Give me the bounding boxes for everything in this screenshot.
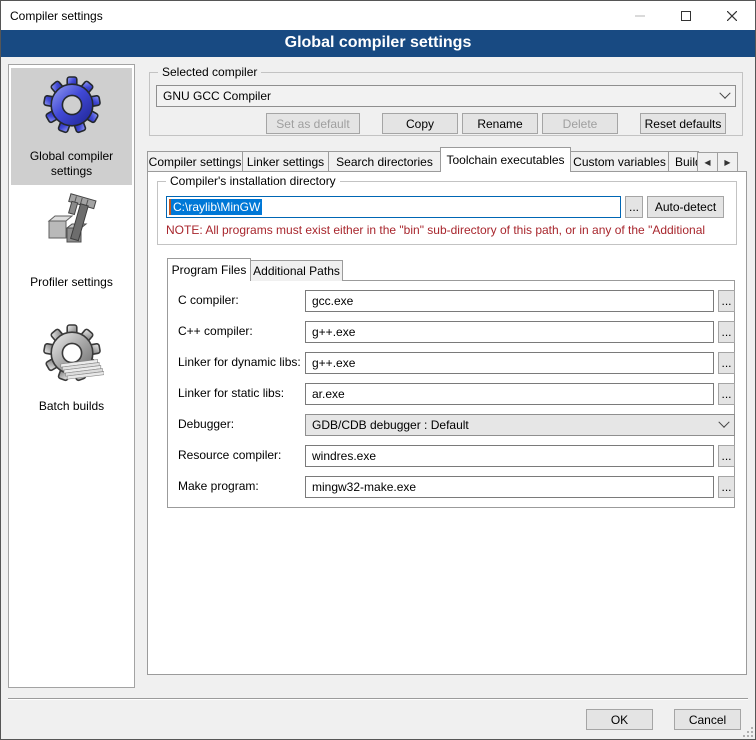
settings-tabstrip: Compiler settings Linker settings Search…: [147, 150, 747, 172]
batch-builds-gear-icon: [40, 321, 104, 385]
blue-gear-icon: [40, 73, 104, 137]
installation-dir-browse-button[interactable]: ...: [625, 196, 643, 218]
minimize-button[interactable]: [617, 1, 663, 30]
tab-build-truncated[interactable]: Build: [668, 151, 699, 172]
dynamic-linker-browse-button[interactable]: ...: [718, 352, 735, 374]
tab-custom-variables[interactable]: Custom variables: [570, 151, 669, 172]
program-files-tabstrip: Program Files Additional Paths: [167, 259, 342, 281]
sidebar-label-global-compiler-settings[interactable]: Global compiler settings: [11, 149, 132, 179]
tab-linker-settings[interactable]: Linker settings: [242, 151, 329, 172]
copy-button[interactable]: Copy: [382, 113, 458, 134]
static-linker-browse-button[interactable]: ...: [718, 383, 735, 405]
resource-compiler-input[interactable]: windres.exe: [305, 445, 714, 467]
installation-dir-value: C:\raylib\MinGW: [171, 199, 262, 215]
cpp-compiler-row: C++ compiler: g++.exe ...: [168, 321, 734, 343]
c-compiler-label: C compiler:: [178, 293, 239, 307]
make-program-row: Make program: mingw32-make.exe ...: [168, 476, 734, 498]
program-files-page: C compiler: gcc.exe ... C++ compiler: g+…: [167, 280, 735, 508]
cancel-button[interactable]: Cancel: [674, 709, 741, 730]
selected-compiler-group-label: Selected compiler: [158, 65, 261, 79]
resource-compiler-label: Resource compiler:: [178, 448, 281, 462]
tab-search-directories[interactable]: Search directories: [328, 151, 441, 172]
tab-scroll-left-button[interactable]: ◀: [697, 152, 718, 172]
static-linker-input[interactable]: ar.exe: [305, 383, 714, 405]
tab-additional-paths[interactable]: Additional Paths: [250, 260, 343, 281]
installation-directory-group-label: Compiler's installation directory: [166, 174, 340, 188]
chevron-down-icon: [719, 88, 730, 99]
window-title: Compiler settings: [1, 9, 103, 23]
dynamic-linker-label: Linker for dynamic libs:: [178, 355, 301, 369]
arrow-right-icon: ▶: [724, 158, 730, 167]
sidebar: Global compiler settings Profiler settin…: [8, 64, 135, 688]
delete-button[interactable]: Delete: [542, 113, 618, 134]
set-as-default-button[interactable]: Set as default: [266, 113, 360, 134]
minimize-icon: [635, 11, 645, 21]
selected-compiler-group: Selected compiler GNU GCC Compiler Set a…: [149, 72, 743, 136]
close-button[interactable]: [709, 1, 755, 30]
note-text: NOTE: All programs must exist either in …: [166, 223, 734, 237]
rename-button[interactable]: Rename: [462, 113, 538, 134]
dialog-header: Global compiler settings: [1, 30, 755, 57]
titlebar: Compiler settings: [1, 1, 755, 30]
tab-program-files[interactable]: Program Files: [167, 258, 251, 281]
static-linker-row: Linker for static libs: ar.exe ...: [168, 383, 734, 405]
sidebar-item-batch-builds[interactable]: [40, 321, 104, 385]
debugger-select[interactable]: GDB/CDB debugger : Default: [305, 414, 735, 436]
debugger-select-value: GDB/CDB debugger : Default: [312, 418, 469, 432]
cpp-compiler-label: C++ compiler:: [178, 324, 253, 338]
resize-grip[interactable]: [743, 727, 753, 737]
make-program-input[interactable]: mingw32-make.exe: [305, 476, 714, 498]
caption-buttons: [617, 1, 755, 30]
debugger-label: Debugger:: [178, 417, 234, 431]
resource-compiler-row: Resource compiler: windres.exe ...: [168, 445, 734, 467]
auto-detect-button[interactable]: Auto-detect: [647, 196, 724, 218]
compiler-select-value: GNU GCC Compiler: [163, 89, 271, 103]
make-program-browse-button[interactable]: ...: [718, 476, 735, 498]
sidebar-item-profiler-settings[interactable]: [40, 193, 104, 257]
installation-directory-group: Compiler's installation directory C:\ray…: [157, 181, 737, 245]
cpp-compiler-browse-button[interactable]: ...: [718, 321, 735, 343]
toolchain-executables-page: Compiler's installation directory C:\ray…: [147, 171, 747, 675]
footer-divider: [8, 698, 748, 700]
cpp-compiler-input[interactable]: g++.exe: [305, 321, 714, 343]
arrow-left-icon: ◀: [704, 158, 710, 167]
sidebar-label-profiler-settings[interactable]: Profiler settings: [11, 275, 132, 290]
tab-scroll-right-button[interactable]: ▶: [717, 152, 738, 172]
compiler-select[interactable]: GNU GCC Compiler: [156, 85, 736, 107]
installation-dir-input[interactable]: C:\raylib\MinGW: [166, 196, 621, 218]
compiler-buttons-row: Set as default Copy Rename Delete Reset …: [266, 113, 726, 134]
maximize-icon: [681, 11, 691, 21]
reset-defaults-button[interactable]: Reset defaults: [640, 113, 726, 134]
c-compiler-input[interactable]: gcc.exe: [305, 290, 714, 312]
maximize-button[interactable]: [663, 1, 709, 30]
tab-compiler-settings[interactable]: Compiler settings: [147, 151, 243, 172]
sidebar-label-batch-builds[interactable]: Batch builds: [11, 399, 132, 414]
tab-toolchain-executables[interactable]: Toolchain executables: [440, 147, 571, 172]
make-program-label: Make program:: [178, 479, 259, 493]
sidebar-item-global-compiler-settings[interactable]: [40, 73, 104, 137]
c-compiler-browse-button[interactable]: ...: [718, 290, 735, 312]
c-compiler-row: C compiler: gcc.exe ...: [168, 290, 734, 312]
close-icon: [727, 11, 737, 21]
ok-button[interactable]: OK: [586, 709, 653, 730]
debugger-row: Debugger: GDB/CDB debugger : Default: [168, 414, 734, 436]
dynamic-linker-input[interactable]: g++.exe: [305, 352, 714, 374]
profiler-caliper-icon: [40, 193, 104, 257]
resource-compiler-browse-button[interactable]: ...: [718, 445, 735, 467]
dynamic-linker-row: Linker for dynamic libs: g++.exe ...: [168, 352, 734, 374]
static-linker-label: Linker for static libs:: [178, 386, 284, 400]
chevron-down-icon: [718, 417, 729, 428]
